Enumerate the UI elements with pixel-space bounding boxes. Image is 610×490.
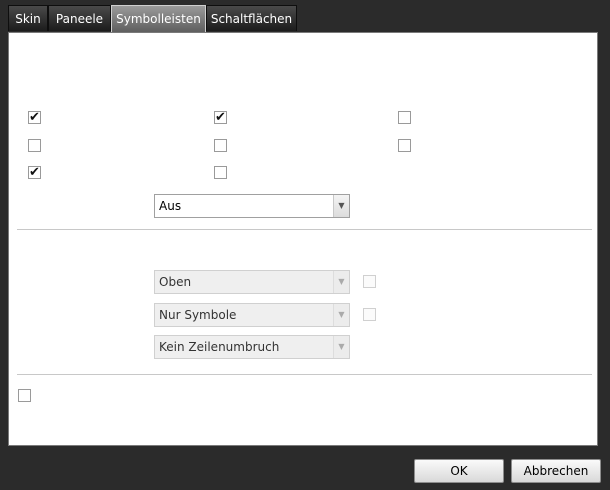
toolbar-mode-value: Aus (159, 199, 182, 213)
checkmark-icon: ✔ (29, 110, 40, 125)
tab-paneele[interactable]: Paneele (48, 5, 111, 31)
toolbar-position-value: Oben (159, 275, 192, 289)
divider (17, 374, 592, 375)
checkbox-r1-c1[interactable]: ✔ (28, 111, 41, 124)
tab-schaltflaechen[interactable]: Schaltflächen (206, 5, 297, 31)
checkbox-r2-c1[interactable] (28, 139, 41, 152)
chevron-down-icon[interactable]: ▼ (333, 336, 349, 358)
cancel-button[interactable]: Abbrechen (511, 459, 601, 483)
checkbox-bottom[interactable] (18, 389, 31, 402)
checkmark-icon: ✔ (215, 110, 226, 125)
tab-skin[interactable]: Skin (8, 5, 48, 31)
ok-button[interactable]: OK (414, 459, 504, 483)
tab-symbolleisten[interactable]: Symbolleisten (111, 5, 206, 33)
checkmark-icon: ✔ (29, 165, 40, 180)
settings-panel: ✔ ✔ ✔ Aus ▼ Oben ▼ Nur Symbole ▼ Kein Ze… (8, 32, 598, 446)
divider (17, 229, 592, 230)
checkbox-r2-c3[interactable] (398, 139, 411, 152)
chevron-down-icon[interactable]: ▼ (333, 195, 349, 217)
checkbox-style-option[interactable] (363, 308, 376, 321)
toolbar-wrap-value: Kein Zeilenumbruch (159, 340, 280, 354)
toolbar-style-select[interactable]: Nur Symbole ▼ (154, 303, 350, 327)
toolbar-wrap-select[interactable]: Kein Zeilenumbruch ▼ (154, 335, 350, 359)
toolbar-position-select[interactable]: Oben ▼ (154, 270, 350, 294)
checkbox-position-option[interactable] (363, 275, 376, 288)
chevron-down-icon[interactable]: ▼ (333, 304, 349, 326)
checkbox-r3-c1[interactable]: ✔ (28, 166, 41, 179)
checkbox-r2-c2[interactable] (214, 139, 227, 152)
checkbox-r3-c2[interactable] (214, 166, 227, 179)
checkbox-r1-c2[interactable]: ✔ (214, 111, 227, 124)
toolbar-mode-select[interactable]: Aus ▼ (154, 194, 350, 218)
checkbox-r1-c3[interactable] (398, 111, 411, 124)
toolbar-style-value: Nur Symbole (159, 308, 237, 322)
chevron-down-icon[interactable]: ▼ (333, 271, 349, 293)
